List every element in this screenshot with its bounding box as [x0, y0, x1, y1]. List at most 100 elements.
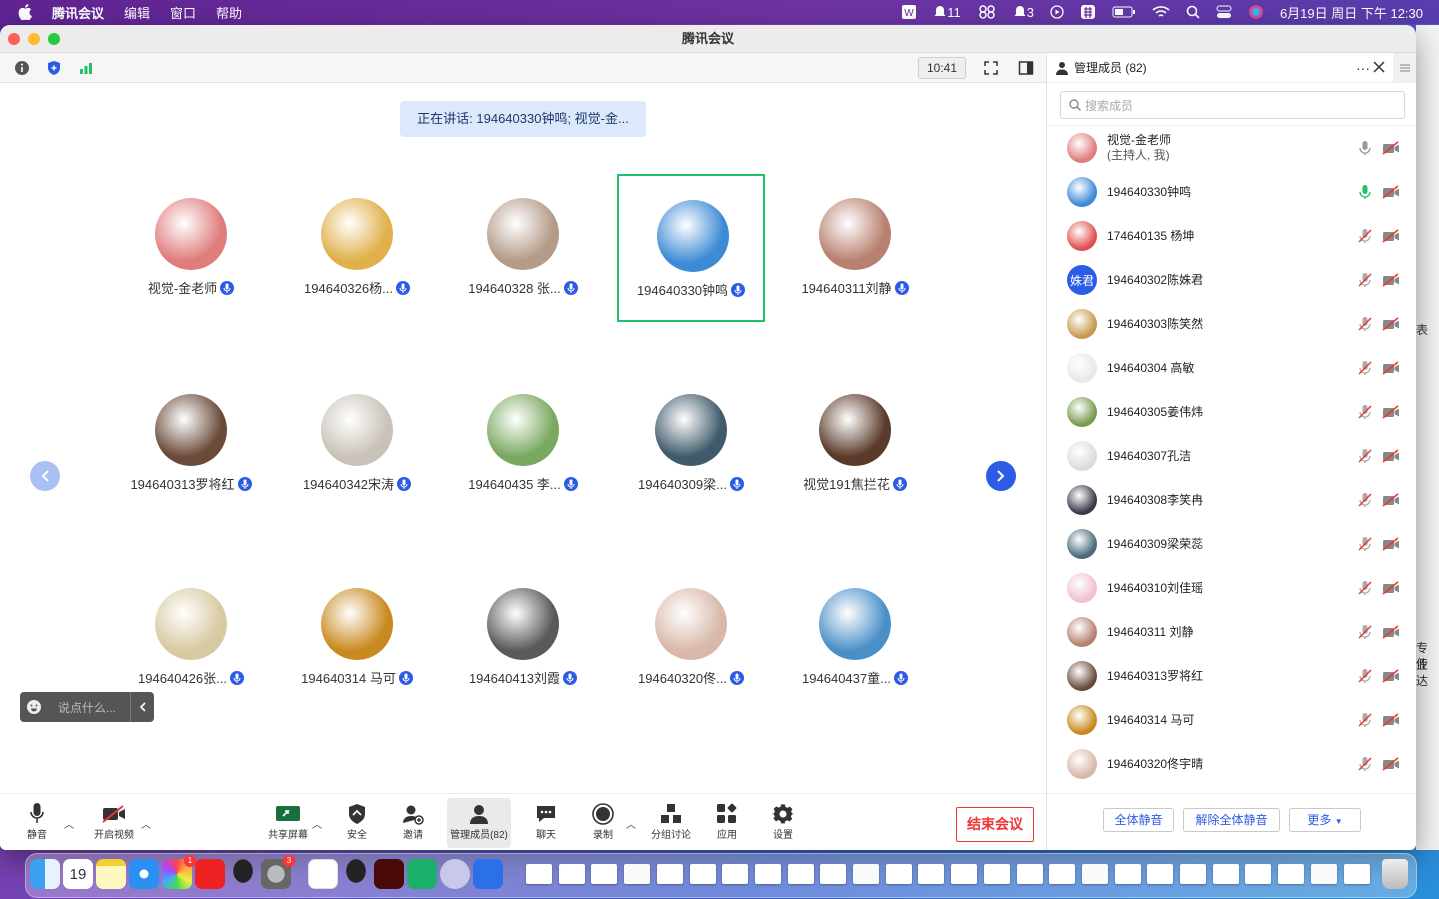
- microphone-muted-icon[interactable]: [1358, 360, 1372, 376]
- menubar-clock[interactable]: 6月19日 周日 下午 12:30: [1280, 3, 1423, 22]
- microphone-muted-icon[interactable]: [1358, 536, 1372, 552]
- notes-icon[interactable]: [96, 859, 126, 889]
- camera-off-icon[interactable]: [1382, 317, 1400, 331]
- numbers-icon[interactable]: [407, 859, 437, 889]
- security-button[interactable]: 安全: [344, 802, 370, 846]
- video-tile[interactable]: 194640320佟...: [617, 564, 765, 712]
- microphone-muted-icon[interactable]: [1358, 668, 1372, 684]
- camera-off-icon[interactable]: [1382, 185, 1400, 199]
- minimized-window-thumbnail[interactable]: [722, 864, 749, 884]
- system-preferences-icon[interactable]: 3: [261, 855, 295, 889]
- manage-members-button[interactable]: 管理成员(82): [447, 798, 511, 848]
- invite-button[interactable]: 邀请: [400, 802, 426, 846]
- meeting-app-icon[interactable]: [440, 859, 470, 889]
- member-row[interactable]: 194640311 刘静: [1047, 610, 1416, 654]
- camera-off-icon[interactable]: [1382, 625, 1400, 639]
- apple-icon[interactable]: [18, 4, 34, 20]
- quick-chat-box[interactable]: 说点什么...: [20, 692, 154, 722]
- fullscreen-icon[interactable]: [981, 58, 1001, 78]
- qq-icon-2[interactable]: [341, 859, 371, 889]
- member-row[interactable]: 姝君 194640302陈姝君: [1047, 258, 1416, 302]
- minimized-window-thumbnail[interactable]: [1245, 864, 1272, 884]
- camera-off-icon[interactable]: [1382, 581, 1400, 595]
- apps-button[interactable]: 应用: [714, 802, 740, 846]
- minimized-window-thumbnail[interactable]: [558, 864, 585, 884]
- record-options-chevron-icon[interactable]: ︿: [626, 816, 636, 831]
- camera-off-icon[interactable]: [1382, 537, 1400, 551]
- video-tile[interactable]: 194640437童...: [781, 564, 929, 712]
- start-video-button[interactable]: 开启视频: [92, 802, 136, 846]
- notification-bell-icon[interactable]: 11: [933, 0, 961, 24]
- minimized-window-thumbnail[interactable]: [1180, 864, 1206, 884]
- member-row[interactable]: 194640330钟鸣: [1047, 170, 1416, 214]
- next-page-button[interactable]: [986, 461, 1016, 491]
- video-tile[interactable]: 视觉191焦拦花: [781, 370, 929, 518]
- breakout-rooms-button[interactable]: 分组讨论: [648, 802, 694, 846]
- minimized-window-thumbnail[interactable]: [1278, 864, 1305, 884]
- finder-icon[interactable]: [30, 859, 60, 889]
- video-tile[interactable]: 194640426张...: [117, 564, 265, 712]
- flash-icon[interactable]: [374, 859, 404, 889]
- photos-icon[interactable]: 1: [162, 855, 196, 889]
- minimized-window-thumbnail[interactable]: [591, 864, 618, 884]
- microphone-icon[interactable]: [1358, 140, 1372, 156]
- video-options-chevron-icon[interactable]: ︿: [141, 816, 151, 831]
- qq-icon[interactable]: [228, 859, 258, 889]
- emoji-icon[interactable]: [20, 699, 48, 715]
- camera-off-icon[interactable]: [1382, 273, 1400, 287]
- share-screen-button[interactable]: 共享屏幕: [266, 802, 310, 846]
- signal-icon[interactable]: [76, 58, 96, 78]
- prev-page-button[interactable]: [30, 461, 60, 491]
- microphone-muted-icon[interactable]: [1358, 404, 1372, 420]
- minimized-window-thumbnail[interactable]: [754, 864, 781, 884]
- member-row[interactable]: 194640314 马可: [1047, 698, 1416, 742]
- microphone-muted-icon[interactable]: [1358, 624, 1372, 640]
- chat-button[interactable]: 聊天: [533, 802, 559, 846]
- minimized-window-thumbnail[interactable]: [689, 864, 716, 884]
- minimized-window-thumbnail[interactable]: [1081, 864, 1108, 884]
- microphone-muted-icon[interactable]: [1358, 712, 1372, 728]
- baidu-netdisk-icon[interactable]: [308, 859, 338, 889]
- wps-office-icon[interactable]: [195, 859, 225, 889]
- member-row[interactable]: 194640304 高敏: [1047, 346, 1416, 390]
- calendar-icon[interactable]: 19: [63, 859, 93, 889]
- spotlight-search-icon[interactable]: [1186, 0, 1200, 24]
- camera-off-icon[interactable]: [1382, 361, 1400, 375]
- siri-icon[interactable]: [1248, 0, 1264, 24]
- camera-off-icon[interactable]: [1382, 669, 1400, 683]
- member-row[interactable]: 194640313罗将红: [1047, 654, 1416, 698]
- minimized-window-thumbnail[interactable]: [1343, 864, 1370, 884]
- cluster-icon[interactable]: [977, 0, 997, 24]
- minimized-window-thumbnail[interactable]: [885, 864, 912, 884]
- video-tile[interactable]: 194640309梁...: [617, 370, 765, 518]
- microphone-muted-icon[interactable]: [1358, 448, 1372, 464]
- unmute-all-button[interactable]: 解除全体静音: [1183, 808, 1280, 832]
- member-row[interactable]: 194640320佟宇晴: [1047, 742, 1416, 786]
- minimized-window-thumbnail[interactable]: [1310, 864, 1337, 884]
- minimized-window-thumbnail[interactable]: [1147, 864, 1174, 884]
- member-row[interactable]: 174640135 杨坤: [1047, 214, 1416, 258]
- microphone-muted-icon[interactable]: [1358, 492, 1372, 508]
- minimized-window-thumbnail[interactable]: [983, 864, 1010, 884]
- more-button[interactable]: 更多 ▼: [1289, 808, 1361, 832]
- mute-all-button[interactable]: 全体静音: [1103, 808, 1174, 832]
- video-tile[interactable]: 194640435 李...: [449, 370, 597, 518]
- end-meeting-button[interactable]: 结束会议: [956, 807, 1034, 842]
- close-icon[interactable]: [1373, 61, 1385, 76]
- app-menu[interactable]: 腾讯会议: [52, 3, 104, 22]
- trash-icon[interactable]: [1382, 859, 1408, 889]
- notification-bell-icon-2[interactable]: 3: [1013, 0, 1034, 24]
- camera-off-icon[interactable]: [1382, 405, 1400, 419]
- video-tile[interactable]: 194640314 马可: [283, 564, 431, 712]
- mute-options-chevron-icon[interactable]: ︿: [64, 816, 74, 831]
- camera-off-icon[interactable]: [1382, 141, 1400, 155]
- video-tile[interactable]: 194640342宋涛: [283, 370, 431, 518]
- video-tile[interactable]: 194640328 张...: [449, 174, 597, 322]
- video-tile[interactable]: 194640326杨...: [283, 174, 431, 322]
- member-row[interactable]: 194640305姜伟炜: [1047, 390, 1416, 434]
- member-row[interactable]: 视觉-金老师 (主持人, 我): [1047, 126, 1416, 170]
- tencent-meeting-icon[interactable]: [473, 859, 503, 889]
- chat-input-placeholder[interactable]: 说点什么...: [48, 699, 130, 716]
- more-options-icon[interactable]: ···: [1356, 60, 1370, 76]
- member-row[interactable]: 194640309梁荣蕊: [1047, 522, 1416, 566]
